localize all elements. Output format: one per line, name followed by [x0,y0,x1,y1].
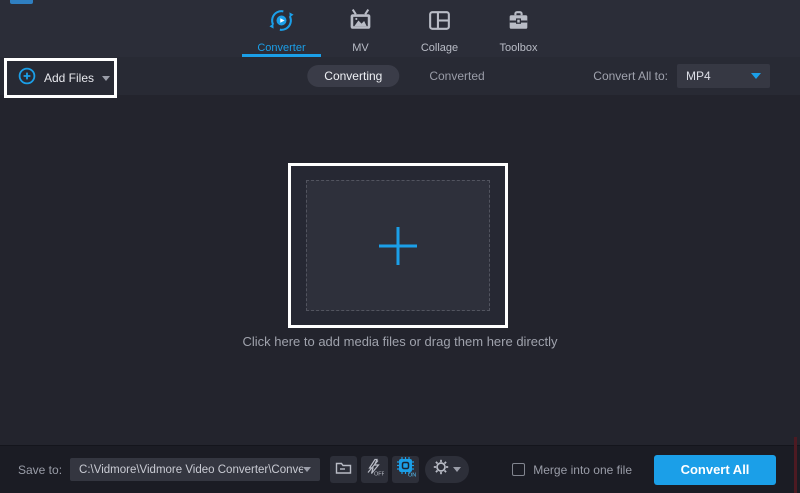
save-path-value: C:\Vidmore\Vidmore Video Converter\Conve… [79,463,304,476]
screen-edge-artifact [794,437,797,493]
dropzone-hint-text: Click here to add media files or drag th… [242,334,558,349]
bottom-bar: Save to: C:\Vidmore\Vidmore Video Conver… [0,445,800,493]
gpu-acceleration-button[interactable]: ON [392,456,420,483]
media-dropzone[interactable] [306,180,490,311]
open-folder-icon [335,460,352,480]
merge-checkbox[interactable] [512,463,526,476]
queue-tabs: Converting Converted [307,57,492,95]
hardware-accel-state-label: OFF [374,471,384,477]
convert-all-to-group: Convert All to: MP4 [593,57,770,95]
open-output-folder-button[interactable] [330,456,358,483]
output-format-value: MP4 [686,69,711,83]
tab-mv-label: MV [352,42,369,54]
output-format-dropdown[interactable]: MP4 [677,64,770,88]
add-files-button[interactable]: Add Files [7,67,111,90]
chevron-down-icon [102,75,111,81]
tab-toolbox[interactable]: Toolbox [479,0,558,57]
bottom-icon-buttons: OFF ON [330,456,470,483]
convert-all-button[interactable]: Convert All [654,454,776,485]
merge-into-one-file-option[interactable]: Merge into one file [512,463,632,477]
main-content: Click here to add media files or drag th… [0,95,800,445]
add-plus-icon [396,226,400,265]
converter-refresh-play-icon [268,7,295,39]
tab-converting[interactable]: Converting [307,65,400,87]
toolbar-row: Converting Converted Convert All to: MP4 [0,57,800,143]
add-files-label: Add Files [44,71,95,85]
app-logo [10,0,33,4]
tab-toolbox-label: Toolbox [499,42,538,54]
gpu-accel-state-label: ON [408,473,416,478]
toolbox-briefcase-icon [505,7,532,39]
tab-converter-label: Converter [257,42,306,54]
chevron-down-icon [453,467,462,472]
save-to-label: Save to: [18,462,63,477]
convert-all-to-label: Convert All to: [593,69,668,83]
main-tabs: Converter MV Collage Toolbox [242,0,558,57]
top-nav-bar: Converter MV Collage Toolbox [0,0,800,57]
hardware-acceleration-button[interactable]: OFF [361,456,389,483]
lightning-bolt-icon: OFF [365,458,386,482]
add-circle-icon [18,67,36,90]
chevron-down-icon [751,73,761,79]
mv-tv-icon [347,7,374,39]
chevron-down-icon [303,467,312,472]
tab-mv[interactable]: MV [321,0,400,57]
merge-label: Merge into one file [533,462,632,477]
settings-button[interactable] [425,456,470,483]
tab-collage[interactable]: Collage [400,0,479,57]
tab-collage-label: Collage [420,42,459,54]
gpu-chip-icon: ON [395,457,416,482]
app-window: Converter MV Collage Toolbox Converting … [0,0,800,493]
add-files-highlight-box: Add Files [4,58,117,98]
tab-converter[interactable]: Converter [242,0,321,57]
gear-icon [433,459,449,480]
save-path-dropdown[interactable]: C:\Vidmore\Vidmore Video Converter\Conve… [70,458,321,481]
collage-grid-icon [426,7,453,39]
tab-converted[interactable]: Converted [421,65,492,87]
dropzone-highlight-box [288,163,508,328]
